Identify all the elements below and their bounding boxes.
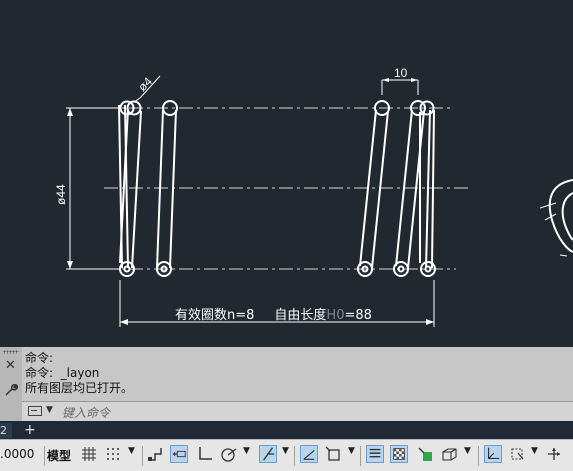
divider [294,446,295,466]
coordinate-readout: .0000 [0,447,35,461]
snap-icon[interactable] [104,445,122,463]
note-free-value: =88 [344,308,371,323]
divider [142,446,143,466]
command-input[interactable]: ▼ 键入命令 [22,401,573,421]
close-icon[interactable]: ✕ [5,359,16,373]
isodraft-icon[interactable] [259,445,277,463]
divider [478,446,479,466]
status-bar: .0000 模型 ▼ ▼ ▼ ▼ ▼ ▼ [0,439,573,471]
3d-osnap-icon[interactable] [440,445,458,463]
transparency-icon[interactable] [390,445,408,463]
infer-constraints-icon[interactable] [146,445,164,463]
command-placeholder[interactable]: 键入命令 [62,404,110,421]
chevron-down-icon[interactable]: ▼ [128,446,135,456]
dynamic-ucs-icon[interactable] [484,445,502,463]
chevron-down-icon[interactable]: ▼ [46,405,53,415]
command-history-line: 命令: [25,351,54,365]
dynamic-input-icon[interactable] [170,445,188,463]
lineweight-icon[interactable] [366,445,384,463]
command-history: 命令: 命令: _layon 所有图层均已打开。 [25,351,573,396]
add-layout-button[interactable]: + [24,421,36,439]
selection-cycling-icon[interactable] [416,445,434,463]
object-snap-tracking-icon[interactable] [300,445,318,463]
model-space-button[interactable]: 模型 [47,447,71,464]
note-coils: 有效圈数n=8 [175,308,254,323]
dim-diameter-label: ø44 [54,184,68,205]
gizmo-icon[interactable] [545,445,563,463]
chevron-down-icon[interactable]: ▼ [464,446,471,456]
grip-dots-icon[interactable] [3,350,19,354]
drawing-canvas[interactable]: ø4 10 ø44 有效圈数n=8 自由长度H0=88 [0,0,573,347]
dim-pitch-label: 10 [394,66,408,80]
object-snap-icon[interactable] [324,445,342,463]
chevron-down-icon[interactable]: ▼ [531,446,538,456]
spec-note: 有效圈数n=8 自由长度H0=88 [175,307,372,323]
command-panel: ✕ 命令: 命令: _layon 所有图层均已打开。 ▼ 键入命令 [0,347,573,421]
note-free-prefix: 自由长度 [274,307,326,323]
command-history-line: 所有图层均已打开。 [25,381,134,395]
grid-icon[interactable] [80,445,98,463]
wrench-icon[interactable] [4,383,18,397]
chevron-down-icon[interactable]: ▼ [348,446,355,456]
polar-tracking-icon[interactable] [220,445,238,463]
selection-filter-icon[interactable] [508,445,526,463]
divider [44,446,45,466]
chevron-down-icon[interactable]: ▼ [282,446,289,456]
divider [360,446,361,466]
ortho-icon[interactable] [196,445,214,463]
layout-tabs-bar: 2 + [0,421,573,439]
command-panel-grip[interactable]: ✕ [0,347,22,421]
command-history-line: 命令: _layon [25,366,100,380]
layout-tab-partial[interactable]: 2 [0,423,12,438]
chevron-down-icon[interactable]: ▼ [243,446,250,456]
note-free-var: H0 [326,308,344,323]
command-prompt-icon[interactable] [28,406,42,416]
